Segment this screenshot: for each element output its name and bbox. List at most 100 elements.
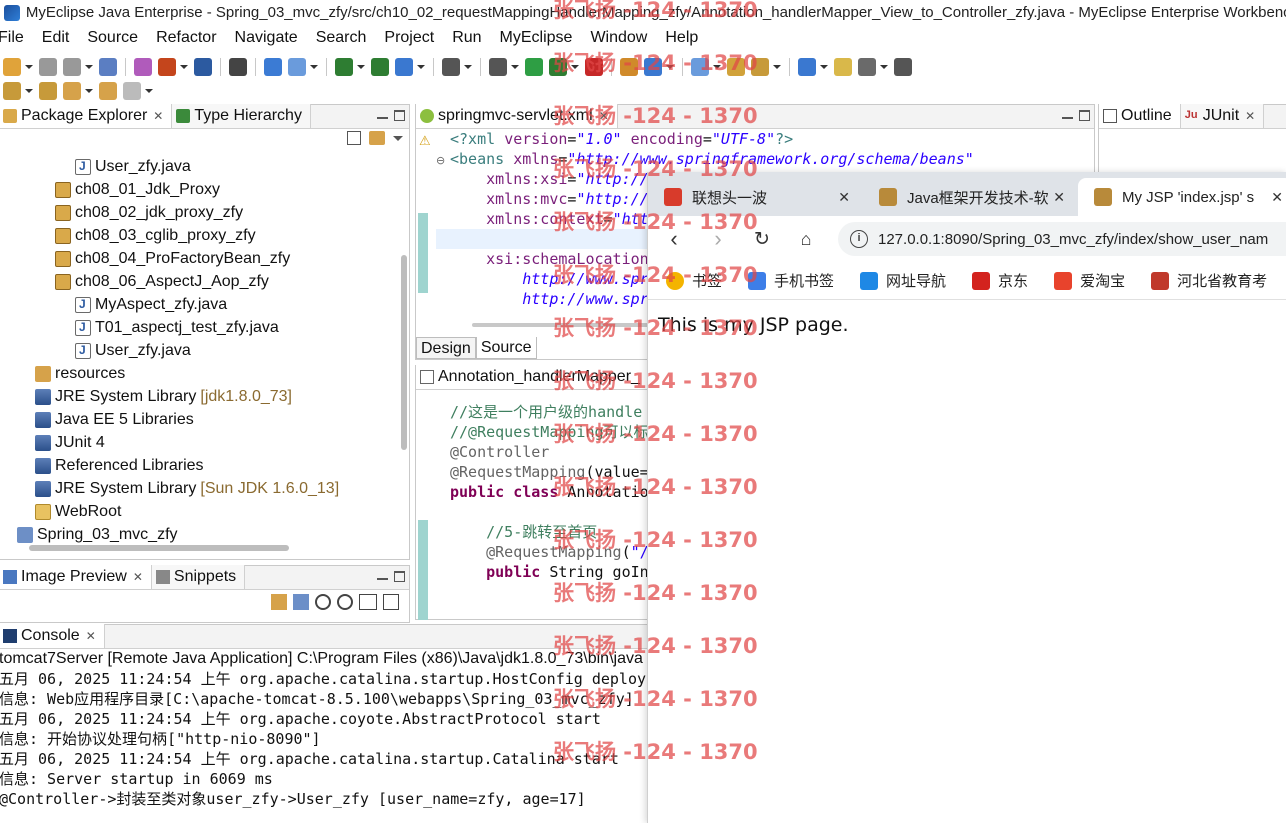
address-bar[interactable]: i 127.0.0.1:8090/Spring_03_mvc_zfy/index… xyxy=(838,222,1286,256)
zoom-in-icon[interactable] xyxy=(337,594,353,610)
site-info-icon[interactable]: i xyxy=(850,230,868,248)
toolbar-row1-tool-21-icon[interactable] xyxy=(525,58,543,76)
dropdown-chevron-down-icon[interactable] xyxy=(144,82,153,100)
toolbar-row2-tool-0-icon[interactable] xyxy=(3,82,21,100)
fit-window-icon[interactable] xyxy=(383,594,399,610)
tree-item[interactable]: ch08_06_AspectJ_Aop_zfy xyxy=(55,270,269,293)
tree-item[interactable]: JRE System Library [Sun JDK 1.6.0_13] xyxy=(35,477,339,500)
dropdown-chevron-down-icon[interactable] xyxy=(879,58,888,76)
dropdown-chevron-down-icon[interactable] xyxy=(24,58,33,76)
tree-item[interactable]: ch08_04_ProFactoryBean_zfy xyxy=(55,247,290,270)
toolbar-row1-tool-12-icon[interactable] xyxy=(288,58,306,76)
dropdown-chevron-down-icon[interactable] xyxy=(665,58,674,76)
toolbar-row2-tool-1-icon[interactable] xyxy=(39,82,57,100)
zoom-out-icon[interactable] xyxy=(315,594,331,610)
close-icon[interactable]: ✕ xyxy=(1245,109,1255,123)
toolbar-row1-tool-28-icon[interactable] xyxy=(691,58,709,76)
toolbar-row1-tool-7-icon[interactable] xyxy=(194,58,212,76)
tab-junit[interactable]: Ju JUnit ✕ xyxy=(1180,104,1265,128)
toolbar-row1-tool-23-icon[interactable] xyxy=(585,58,603,76)
toolbar-row1-tool-32-icon[interactable] xyxy=(798,58,816,76)
tree-item[interactable]: User_zfy.java xyxy=(75,339,191,362)
tab-outline[interactable]: Outline xyxy=(1099,104,1181,128)
bookmark-item[interactable]: 书签 xyxy=(666,270,722,291)
close-tab-icon[interactable]: ✕ xyxy=(1053,189,1065,206)
browser-tab[interactable]: Java框架开发技术-软 ✕ xyxy=(863,178,1075,216)
toolbar-row1-tool-11-icon[interactable] xyxy=(264,58,282,76)
tab-springmvc-servlet-xml[interactable]: springmvc-servlet.xml ✕ xyxy=(416,104,618,128)
toolbar-row2-tool-4-icon[interactable] xyxy=(123,82,141,100)
reload-button[interactable]: ↻ xyxy=(744,221,780,257)
toolbar-row1-tool-2-icon[interactable] xyxy=(63,58,81,76)
bookmark-item[interactable]: 手机书签 xyxy=(748,270,834,291)
close-tab-icon[interactable]: ✕ xyxy=(838,189,850,206)
close-icon[interactable]: ✕ xyxy=(599,109,609,123)
toolbar-row1-tool-14-icon[interactable] xyxy=(335,58,353,76)
toolbar-row1-tool-15-icon[interactable] xyxy=(371,58,389,76)
toolbar-row2-tool-3-icon[interactable] xyxy=(99,82,117,100)
fit-image-icon[interactable] xyxy=(293,594,309,610)
maximize-icon[interactable] xyxy=(394,110,405,121)
tree-item[interactable]: Referenced Libraries xyxy=(35,454,204,477)
toolbar-row1-tool-29-icon[interactable] xyxy=(727,58,745,76)
dropdown-chevron-down-icon[interactable] xyxy=(570,58,579,76)
toolbar-row1-tool-34-icon[interactable] xyxy=(858,58,876,76)
minimize-icon[interactable] xyxy=(377,113,388,119)
menu-window[interactable]: Window xyxy=(581,29,656,47)
close-icon[interactable]: ✕ xyxy=(86,629,96,643)
menu-search[interactable]: Search xyxy=(307,29,376,47)
tree-item[interactable]: resources xyxy=(35,362,125,385)
tab-snippets[interactable]: Snippets xyxy=(151,565,246,589)
tab-image-preview[interactable]: Image Preview ✕ xyxy=(0,565,152,589)
toolbar-row1-tool-35-icon[interactable] xyxy=(894,58,912,76)
tab-package-explorer[interactable]: Package Explorer ✕ xyxy=(0,104,173,128)
toolbar-row1-tool-18-icon[interactable] xyxy=(442,58,460,76)
toolbar-row1-tool-22-icon[interactable] xyxy=(549,58,567,76)
tab-source[interactable]: Source xyxy=(475,337,537,359)
menu-myeclipse[interactable]: MyEclipse xyxy=(491,29,582,47)
toolbar-row1-tool-33-icon[interactable] xyxy=(834,58,852,76)
sync-icon[interactable] xyxy=(271,594,287,610)
toolbar-row1-tool-0-icon[interactable] xyxy=(3,58,21,76)
dropdown-chevron-down-icon[interactable] xyxy=(712,58,721,76)
menu-file[interactable]: File xyxy=(0,29,33,47)
tree-item[interactable]: ch08_03_cglib_proxy_zfy xyxy=(55,224,256,247)
dropdown-chevron-down-icon[interactable] xyxy=(84,82,93,100)
menu-run[interactable]: Run xyxy=(443,29,490,47)
forward-button[interactable]: › xyxy=(700,221,736,257)
toolbar-row1-tool-20-icon[interactable] xyxy=(489,58,507,76)
menu-project[interactable]: Project xyxy=(375,29,443,47)
close-tab-icon[interactable]: ✕ xyxy=(1271,189,1283,206)
toolbar-row1-tool-6-icon[interactable] xyxy=(158,58,176,76)
tree-item[interactable]: WebRoot xyxy=(35,500,121,523)
tab-java-editor[interactable]: Annotation_handlerMapper_ xyxy=(416,365,649,389)
bookmark-item[interactable]: 河北省教育考 xyxy=(1151,270,1267,291)
menu-refactor[interactable]: Refactor xyxy=(147,29,225,47)
tab-type-hierarchy[interactable]: Type Hierarchy xyxy=(172,104,311,128)
toolbar-row1-tool-16-icon[interactable] xyxy=(395,58,413,76)
toolbar-row2-tool-2-icon[interactable] xyxy=(63,82,81,100)
view-menu-chevron-down-icon[interactable] xyxy=(393,131,403,145)
maximize-icon[interactable] xyxy=(394,571,405,582)
minimize-icon[interactable] xyxy=(1062,113,1073,119)
back-button[interactable]: ‹ xyxy=(656,221,692,257)
toolbar-row1-tool-30-icon[interactable] xyxy=(751,58,769,76)
dropdown-chevron-down-icon[interactable] xyxy=(416,58,425,76)
actual-size-icon[interactable] xyxy=(359,594,377,610)
tree-item[interactable]: ch08_01_Jdk_Proxy xyxy=(55,178,220,201)
bookmark-item[interactable]: 京东 xyxy=(972,270,1028,291)
dropdown-chevron-down-icon[interactable] xyxy=(179,58,188,76)
tree-item[interactable]: JUnit 4 xyxy=(35,431,105,454)
tree-item[interactable]: Java EE 5 Libraries xyxy=(35,408,194,431)
tab-design[interactable]: Design xyxy=(416,337,476,359)
toolbar-row1-tool-5-icon[interactable] xyxy=(134,58,152,76)
dropdown-chevron-down-icon[interactable] xyxy=(510,58,519,76)
dropdown-chevron-down-icon[interactable] xyxy=(309,58,318,76)
tree-item[interactable]: JRE System Library [jdk1.8.0_73] xyxy=(35,385,292,408)
browser-tab[interactable]: My JSP 'index.jsp' s ✕ xyxy=(1078,178,1286,216)
toolbar-row1-tool-9-icon[interactable] xyxy=(229,58,247,76)
warning-icon[interactable]: ⚠ xyxy=(419,133,431,149)
home-button[interactable]: ⌂ xyxy=(788,221,824,257)
toolbar-row1-tool-3-icon[interactable] xyxy=(99,58,117,76)
horizontal-scrollbar[interactable] xyxy=(29,545,289,551)
